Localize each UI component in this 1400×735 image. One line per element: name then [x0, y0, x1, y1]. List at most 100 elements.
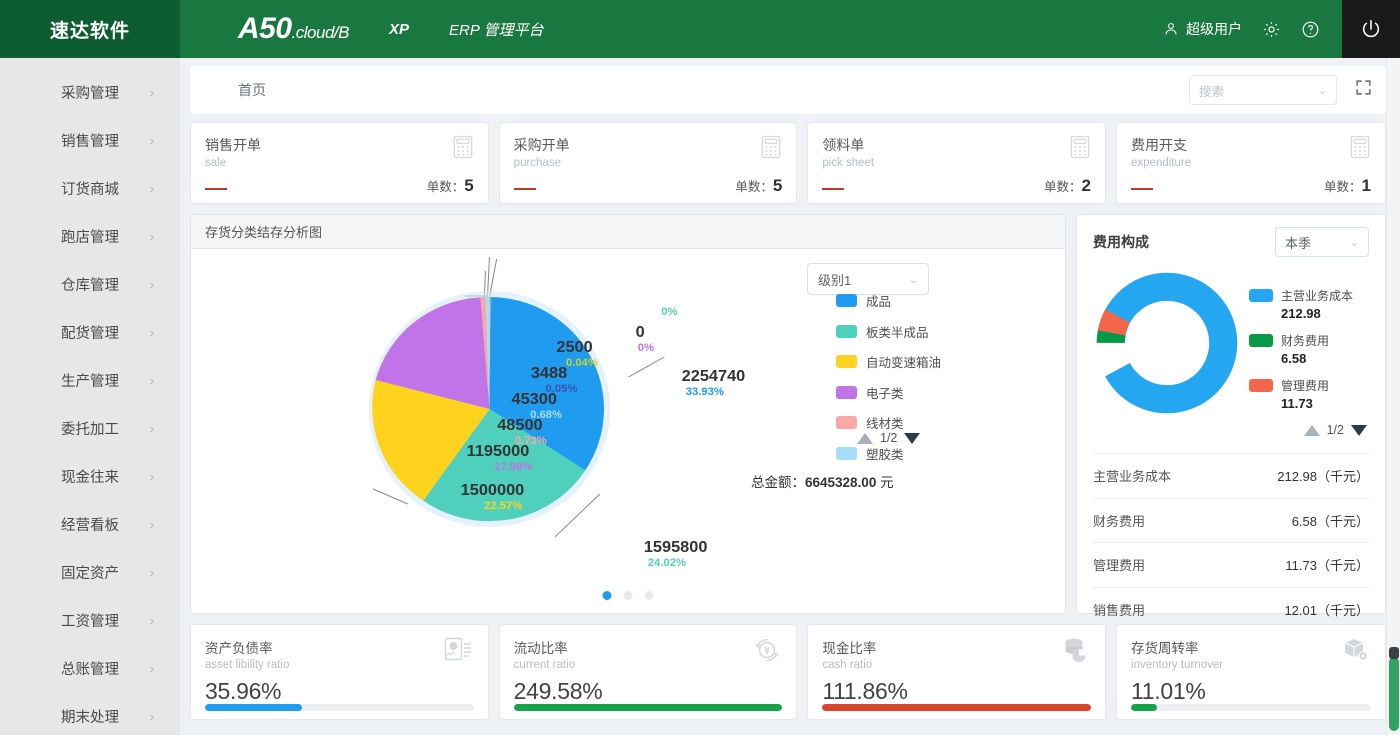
stat-card-title: 销售开单 — [205, 137, 261, 153]
gear-icon[interactable] — [1262, 20, 1281, 39]
sidebar-item-3[interactable]: 跑店管理 › — [0, 212, 180, 260]
legend-item-4[interactable]: 线材类 — [836, 413, 941, 432]
kpi-card-row: 资产负债率 asset libility ratio 35.96% 流动比率 c… — [190, 624, 1387, 720]
stat-card-count-label: 单数： — [1324, 180, 1362, 194]
legend-item-3[interactable]: 电子类 — [836, 383, 941, 402]
sidebar-item-12[interactable]: 总账管理 › — [0, 644, 180, 692]
legend-label: 财务费用 — [1281, 334, 1330, 348]
kpi-card-cash-ratio[interactable]: 现金比率 cash ratio 111.86% — [807, 624, 1107, 720]
triangle-down-icon[interactable] — [1351, 424, 1367, 436]
main-chart-row: 存货分类结存分析图 级别1 ⌄ 0% 0 0% 2500 0.04% 3488 … — [190, 214, 1386, 618]
stat-card-subtitle: sale — [205, 157, 227, 169]
sidebar-item-label: 经营看板 — [61, 517, 119, 534]
total-amount-value: 6645328.00 — [805, 475, 877, 490]
legend-item-0[interactable]: 成品 — [836, 291, 941, 310]
legend-item-5[interactable]: 塑胶类 — [836, 444, 941, 463]
kpi-card-current-ratio[interactable]: 流动比率 current ratio 249.58% — [498, 624, 798, 720]
stat-card-sale[interactable]: 销售开单 sale 单数：5 — [190, 122, 489, 204]
breadcrumb-actions: 搜索 ⌄ — [1189, 75, 1372, 105]
pie-label-pct-9: 0% — [661, 306, 677, 318]
sidebar-item-label: 采购管理 — [61, 85, 119, 102]
chevron-right-icon: › — [149, 228, 154, 244]
chevron-right-icon: › — [149, 516, 154, 532]
pie-label-val-2: 1595800 — [644, 538, 708, 556]
search-input[interactable]: 搜索 ⌄ — [1189, 75, 1337, 105]
carousel-dot-2[interactable] — [644, 591, 654, 600]
pie-label-val-4: 1195000 — [467, 442, 530, 460]
chevron-right-icon: › — [149, 372, 154, 388]
search-placeholder: 搜索 — [1199, 84, 1225, 99]
sidebar-item-10[interactable]: 固定资产 › — [0, 548, 180, 596]
kpi-card-inventory-turnover[interactable]: 存货周转率 inventory turnover 11.01% — [1116, 624, 1387, 720]
sidebar-item-9[interactable]: 经营看板 › — [0, 500, 180, 548]
sidebar-item-5[interactable]: 配货管理 › — [0, 308, 180, 356]
stat-card-subtitle: pick sheet — [822, 157, 875, 169]
product-logo-suffix: .cloud/B — [291, 23, 350, 42]
expense-legend-item-1[interactable]: 财务费用 6.58 — [1249, 332, 1353, 366]
expense-legend-pager: 1/2 — [1303, 423, 1367, 437]
period-select[interactable]: 本季 ⌄ — [1275, 227, 1369, 257]
legend-label: 线材类 — [866, 417, 904, 431]
yuan-refresh-icon — [754, 637, 780, 668]
pie-label-pct-3: 22.57% — [484, 500, 522, 512]
sidebar-item-0[interactable]: 采购管理 › — [0, 68, 180, 116]
carousel-dots — [602, 591, 654, 600]
stat-card-count: 单数：5 — [427, 176, 474, 196]
triangle-down-icon[interactable] — [904, 432, 921, 444]
scrollbar-thumb[interactable] — [1389, 647, 1399, 731]
total-amount-label: 总金额： — [751, 475, 805, 490]
divider — [1131, 188, 1154, 190]
kpi-progress-fill — [513, 704, 783, 711]
kpi-value: 249.58% — [513, 678, 603, 704]
sidebar-item-1[interactable]: 销售管理 › — [0, 116, 180, 164]
panel-title: 存货分类结存分析图 — [205, 225, 323, 240]
pie-label-val-7: 3488 — [531, 364, 567, 382]
user-menu[interactable]: 超级用户 — [1163, 19, 1242, 39]
chevron-right-icon: › — [149, 276, 154, 292]
triangle-up-icon[interactable] — [1303, 424, 1320, 436]
pie-label-pct-4: 17.98% — [494, 461, 532, 473]
sidebar-item-11[interactable]: 工资管理 › — [0, 596, 180, 644]
triangle-up-icon[interactable] — [857, 432, 873, 444]
vertical-scrollbar[interactable] — [1386, 58, 1400, 735]
platform-name: ERP 管理平台 — [449, 21, 544, 39]
pie-label-val-6: 45300 — [512, 390, 557, 408]
stat-card-purchase[interactable]: 采购开单 purchase 单数：5 — [498, 122, 798, 204]
sidebar-item-13[interactable]: 期末处理 › — [0, 692, 180, 735]
legend-item-1[interactable]: 板类半成品 — [836, 322, 941, 341]
sidebar-item-4[interactable]: 仓库管理 › — [0, 260, 180, 308]
kpi-card-asset-liability[interactable]: 资产负债率 asset libility ratio 35.96% — [190, 624, 489, 720]
product-logo-main: A50 — [238, 12, 292, 45]
breadcrumb[interactable]: 首页 — [238, 80, 266, 100]
sidebar-item-7[interactable]: 委托加工 › — [0, 404, 180, 452]
sidebar-item-label: 期末处理 — [61, 709, 119, 726]
chevron-right-icon: › — [149, 564, 154, 580]
chevron-right-icon: › — [149, 324, 154, 340]
calculator-icon — [1069, 135, 1091, 164]
kpi-value: 111.86% — [822, 678, 908, 704]
stat-card-expenditure[interactable]: 费用开支 expenditure 单数：1 — [1116, 122, 1387, 204]
stat-card-row: 销售开单 sale 单数：5 采购开单 purchase 单数：5 领料单 pi… — [190, 122, 1387, 204]
legend-item-2[interactable]: 自动变速箱油 — [836, 352, 941, 371]
stat-card-pick-sheet[interactable]: 领料单 pick sheet 单数：2 — [807, 122, 1107, 204]
pie-label-val-1: 2254740 — [682, 367, 746, 385]
expense-legend-item-0[interactable]: 主营业务成本 212.98 — [1249, 287, 1353, 321]
sidebar-item-8[interactable]: 现金往来 › — [0, 452, 180, 500]
legend-value: 6.58 — [1281, 351, 1307, 366]
kpi-progress-track — [822, 704, 1092, 711]
expense-row-label: 财务费用 — [1093, 513, 1146, 529]
kpi-progress-track — [1131, 704, 1372, 711]
power-button[interactable] — [1342, 0, 1400, 58]
legend-value: 212.98 — [1281, 306, 1321, 321]
pie-label-val-8: 2500 — [556, 338, 592, 356]
carousel-dot-1[interactable] — [623, 591, 633, 600]
fullscreen-icon[interactable] — [1355, 79, 1372, 101]
chevron-right-icon: › — [149, 84, 154, 100]
carousel-dot-0[interactable] — [602, 591, 612, 600]
sidebar-item-2[interactable]: 订货商城 › — [0, 164, 180, 212]
question-circle-icon[interactable] — [1301, 20, 1320, 39]
sidebar-item-6[interactable]: 生产管理 › — [0, 356, 180, 404]
expense-legend-item-2[interactable]: 管理费用 11.73 — [1249, 377, 1353, 411]
user-icon — [1163, 21, 1179, 37]
inventory-chart-body: 级别1 ⌄ 0% 0 0% 2500 0.04% 3488 0.05% 4530… — [191, 249, 1065, 614]
